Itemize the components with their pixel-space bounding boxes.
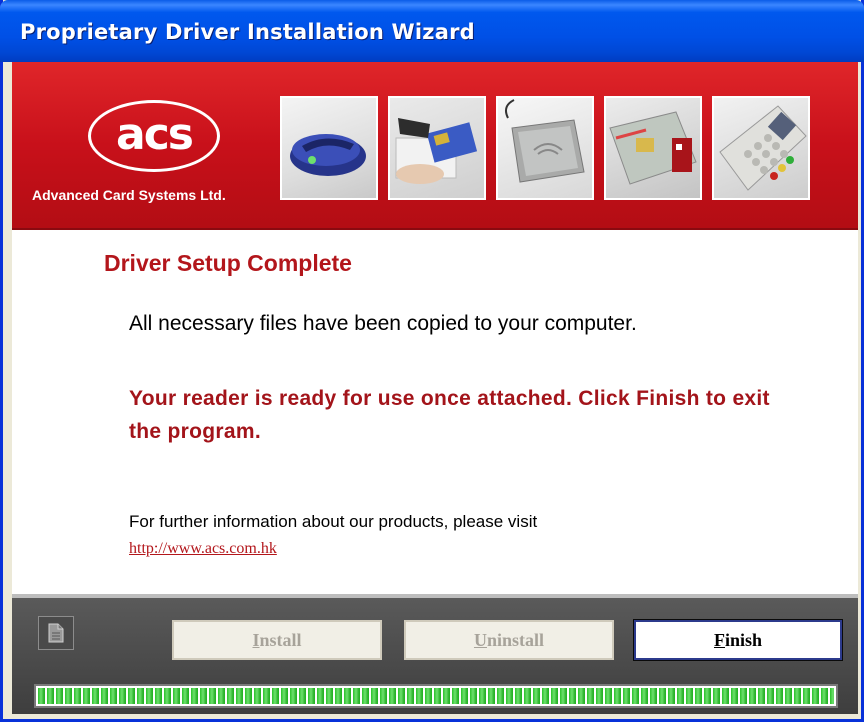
contactless-reader-photo <box>496 96 594 200</box>
reader-ready-message: Your reader is ready for use once attach… <box>129 387 770 443</box>
document-icon <box>48 623 64 643</box>
card-insert-photo <box>388 96 486 200</box>
sim-reader-photo <box>604 96 702 200</box>
install-button[interactable]: Install <box>172 620 382 660</box>
title-bar[interactable]: Proprietary Driver Installation Wizard <box>0 0 864 62</box>
window-title: Proprietary Driver Installation Wizard <box>20 20 475 44</box>
content-panel: Driver Setup Complete All necessary file… <box>12 230 858 594</box>
brand-banner: acs Advanced Card Systems Ltd. <box>12 62 858 230</box>
progress-fill <box>38 688 834 704</box>
logo-text: acs <box>116 108 194 160</box>
files-copied-message: All necessary files have been copied to … <box>129 312 637 335</box>
uninstall-label-rest: ninstall <box>486 629 545 650</box>
uninstall-button[interactable]: Uninstall <box>404 620 614 660</box>
company-name: Advanced Card Systems Ltd. <box>32 187 226 203</box>
install-progress-bar <box>34 684 838 708</box>
pinpad-reader-photo <box>712 96 810 200</box>
acs-website-link[interactable]: http://www.acs.com.hk <box>129 540 277 558</box>
log-document-button[interactable] <box>38 616 74 650</box>
install-mnemonic: I <box>252 629 260 650</box>
finish-label-rest: inish <box>724 629 763 650</box>
installer-window: Proprietary Driver Installation Wizard a… <box>0 0 864 722</box>
card-reader-photo <box>280 96 378 200</box>
further-info-text: For further information about our produc… <box>129 512 538 531</box>
finish-mnemonic: F <box>713 629 725 650</box>
footer-bar: Install Uninstall Finish <box>12 594 858 714</box>
page-title: Driver Setup Complete <box>104 250 352 276</box>
acs-logo: acs <box>88 100 220 172</box>
uninstall-mnemonic: U <box>473 629 487 650</box>
install-label-rest: nstall <box>259 629 302 650</box>
finish-button[interactable]: Finish <box>633 619 843 661</box>
